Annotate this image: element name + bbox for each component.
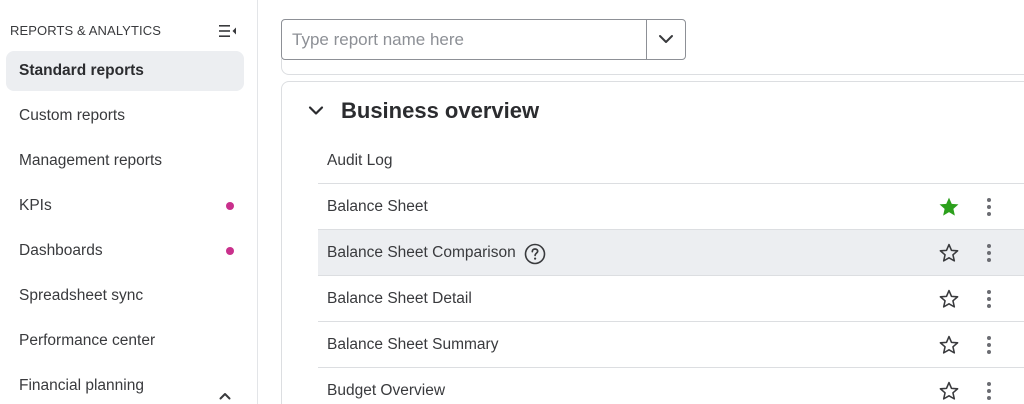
sidebar-item-label: Financial planning bbox=[19, 377, 144, 394]
main-content: Business overview Audit Log Balance Shee… bbox=[258, 0, 1024, 404]
kebab-menu-icon[interactable] bbox=[980, 334, 998, 356]
report-row: Budget Overview bbox=[318, 368, 1024, 404]
sidebar-header: REPORTS & ANALYTICS bbox=[10, 21, 238, 41]
notification-dot bbox=[226, 202, 234, 210]
sidebar-item-financial-planning[interactable]: Financial planning bbox=[6, 366, 244, 404]
sidebar-item-label: Spreadsheet sync bbox=[19, 287, 144, 304]
section-title: Business overview bbox=[341, 98, 540, 123]
star-icon[interactable] bbox=[938, 380, 960, 402]
report-link[interactable]: Budget Overview bbox=[327, 368, 445, 404]
sidebar-item-custom-reports[interactable]: Custom reports bbox=[6, 96, 244, 136]
star-icon[interactable] bbox=[938, 242, 960, 264]
kebab-menu-icon[interactable] bbox=[980, 380, 998, 402]
star-icon[interactable] bbox=[938, 288, 960, 310]
report-section-card: Business overview Audit Log Balance Shee… bbox=[281, 81, 1024, 404]
notification-dot bbox=[226, 247, 234, 255]
kebab-menu-icon[interactable] bbox=[980, 242, 998, 264]
sidebar-item-label: Management reports bbox=[19, 152, 163, 169]
sidebar: REPORTS & ANALYTICS Standard reports Cus… bbox=[0, 0, 258, 404]
sidebar-item-label: Performance center bbox=[19, 332, 156, 349]
kebab-menu-icon[interactable] bbox=[980, 288, 998, 310]
report-link[interactable]: Balance Sheet Detail bbox=[327, 276, 472, 322]
collapse-sidebar-icon[interactable] bbox=[218, 23, 238, 39]
report-link[interactable]: Balance Sheet bbox=[327, 184, 428, 230]
report-search bbox=[281, 19, 686, 60]
report-row: Balance Sheet Summary bbox=[318, 322, 1024, 368]
star-icon[interactable] bbox=[938, 196, 960, 218]
sidebar-item-label: KPIs bbox=[19, 197, 52, 214]
sidebar-item-kpis[interactable]: KPIs bbox=[6, 186, 244, 226]
report-link[interactable]: Balance Sheet Summary bbox=[327, 322, 498, 368]
report-row: Balance Sheet bbox=[318, 184, 1024, 230]
search-dropdown-button[interactable] bbox=[646, 20, 685, 59]
report-row: Balance Sheet Comparison bbox=[318, 230, 1024, 276]
sidebar-item-label: Custom reports bbox=[19, 107, 125, 124]
sidebar-title: REPORTS & ANALYTICS bbox=[10, 23, 161, 38]
report-search-input[interactable] bbox=[282, 20, 647, 59]
previous-card-edge bbox=[281, 58, 1024, 75]
sidebar-item-label: Dashboards bbox=[19, 242, 103, 259]
sidebar-item-management-reports[interactable]: Management reports bbox=[6, 141, 244, 181]
sidebar-item-label: Standard reports bbox=[19, 62, 144, 79]
chevron-down-icon bbox=[308, 104, 324, 118]
chevron-down-icon bbox=[659, 35, 673, 43]
report-row: Audit Log bbox=[318, 138, 1024, 184]
sidebar-item-performance-center[interactable]: Performance center bbox=[6, 321, 244, 361]
sidebar-item-spreadsheet-sync[interactable]: Spreadsheet sync bbox=[6, 276, 244, 316]
star-icon[interactable] bbox=[938, 334, 960, 356]
sidebar-item-dashboards[interactable]: Dashboards bbox=[6, 231, 244, 271]
report-link[interactable]: Audit Log bbox=[327, 138, 393, 184]
question-mark-icon[interactable] bbox=[524, 243, 546, 265]
sidebar-item-standard-reports[interactable]: Standard reports bbox=[6, 51, 244, 91]
chevron-up-icon bbox=[218, 379, 232, 400]
kebab-menu-icon[interactable] bbox=[980, 196, 998, 218]
report-link[interactable]: Balance Sheet Comparison bbox=[327, 230, 516, 276]
report-row: Balance Sheet Detail bbox=[318, 276, 1024, 322]
